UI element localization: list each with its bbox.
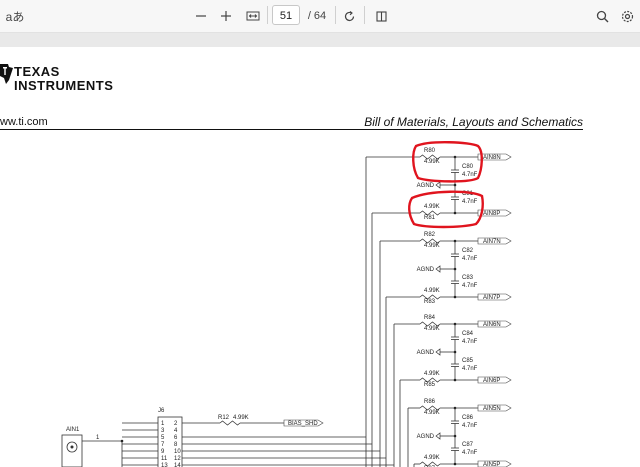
net-label: AIN8P xyxy=(483,211,500,217)
connector-pin: 9 xyxy=(161,449,165,455)
connector-pin: 13 xyxy=(161,463,168,467)
capacitor-value: 4.7nF xyxy=(462,199,478,205)
resistor-ref: R83 xyxy=(424,299,436,305)
net-label: BIAS_SHD xyxy=(288,421,318,427)
connector-pin: 5 xyxy=(161,435,165,441)
capacitor-value: 4.7nF xyxy=(462,283,478,289)
resistor-ref: R82 xyxy=(424,232,436,238)
connector-pin: 4 xyxy=(174,428,178,434)
junction-dot xyxy=(453,295,457,299)
capacitor-value: 4.7nF xyxy=(462,339,478,345)
schematic-diagram: R804.99KAIN8NC804.7nFAGNDC814.7nF4.99KR8… xyxy=(61,141,512,467)
connector-pin: 2 xyxy=(174,421,178,427)
capacitor-ref: C83 xyxy=(462,275,474,281)
resistor-value: 4.99K xyxy=(424,410,440,416)
red-annotation-loop xyxy=(408,190,484,229)
connector-pin: 10 xyxy=(174,449,181,455)
junction-dot xyxy=(453,211,457,215)
coax-center xyxy=(70,445,74,449)
resistor-ref: R12 xyxy=(218,415,230,421)
agnd-symbol xyxy=(435,432,441,440)
net-label: AIN6N xyxy=(483,322,501,328)
connector-pin: 14 xyxy=(174,463,181,467)
capacitor-value: 4.7nF xyxy=(462,423,478,429)
resistor-value: 4.99K xyxy=(424,159,440,165)
coax-connector-ain1 xyxy=(61,434,83,467)
resistor-value: 4.99K xyxy=(424,371,440,377)
resistor-r12 xyxy=(219,420,241,426)
resistor-ref: R86 xyxy=(424,399,436,405)
net-label: AIN7N xyxy=(483,239,501,245)
connector-pin: 1 xyxy=(161,421,165,427)
capacitor-ref: C82 xyxy=(462,248,474,254)
resistor-ref: R85 xyxy=(424,382,436,388)
junction-dot xyxy=(453,462,457,466)
coax-pin: 1 xyxy=(96,435,100,441)
net-label: AIN5P xyxy=(483,462,500,467)
connector-pin: 12 xyxy=(174,456,181,462)
agnd-label: AGND xyxy=(417,183,435,189)
connector-pin: 6 xyxy=(174,435,178,441)
connector-pin: 11 xyxy=(161,456,168,462)
net-label: AIN6P xyxy=(483,378,500,384)
resistor-ref: R80 xyxy=(424,148,436,154)
resistor-value: 4.99K xyxy=(233,415,249,421)
resistor-value: 4.99K xyxy=(424,288,440,294)
capacitor-ref: C87 xyxy=(462,442,474,448)
capacitor-ref: C84 xyxy=(462,331,474,337)
capacitor-ref: C85 xyxy=(462,358,474,364)
agnd-symbol xyxy=(435,265,441,273)
resistor-ref: R84 xyxy=(424,315,436,321)
capacitor-value: 4.7nF xyxy=(462,256,478,262)
capacitor-value: 4.7nF xyxy=(462,450,478,456)
agnd-label: AGND xyxy=(417,350,435,356)
net-label: AIN8N xyxy=(483,155,501,161)
resistor-value: 4.99K xyxy=(424,243,440,249)
net-label: AIN7P xyxy=(483,295,500,301)
resistor-value: 4.99K xyxy=(424,455,440,461)
resistor-value: 4.99K xyxy=(424,326,440,332)
capacitor-value: 4.7nF xyxy=(462,172,478,178)
net-label: AIN5N xyxy=(483,406,501,412)
capacitor-ref: C80 xyxy=(462,164,474,170)
connector-pin: 8 xyxy=(174,442,178,448)
connector-pin: 7 xyxy=(161,442,165,448)
agnd-label: AGND xyxy=(417,267,435,273)
coax-ref: AIN1 xyxy=(66,427,80,433)
agnd-symbol xyxy=(435,348,441,356)
connector-pin: 3 xyxy=(161,428,165,434)
resistor-ref: R81 xyxy=(424,215,436,221)
capacitor-ref: C86 xyxy=(462,415,474,421)
junction-dot xyxy=(453,378,457,382)
agnd-label: AGND xyxy=(417,434,435,440)
capacitor-value: 4.7nF xyxy=(462,366,478,372)
connector-ref: J6 xyxy=(158,408,165,414)
resistor-value: 4.99K xyxy=(424,204,440,210)
agnd-symbol xyxy=(435,181,441,189)
